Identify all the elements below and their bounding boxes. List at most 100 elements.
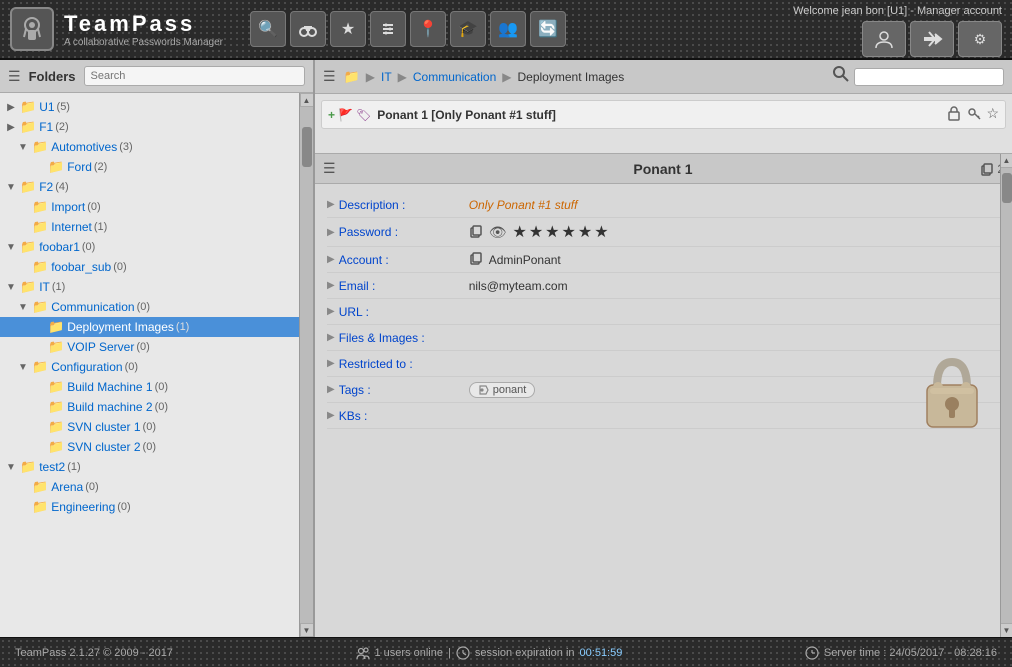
password-copy-icon[interactable] [469,224,483,241]
folder-icon: 📁 [48,399,64,415]
breadcrumb-folder-icon: 📁 [344,69,360,85]
scrollbar-thumb[interactable] [302,127,312,167]
breadcrumb-search-input[interactable] [854,68,1004,86]
sidebar-item-build-machine-1[interactable]: 📁 Build Machine 1 (0) [0,377,299,397]
expand-icon: ▼ [4,462,18,473]
scroll-up-button[interactable]: ▲ [1001,154,1012,168]
sidebar-item-count: (2) [94,161,107,173]
tag-icon[interactable]: 🏷 [356,108,371,122]
folder-icon: 📁 [32,479,48,495]
breadcrumb-menu-icon[interactable]: ☰ [323,68,336,85]
scroll-down-arrow[interactable]: ▼ [300,623,314,637]
sidebar-item-engineering[interactable]: 📁 Engineering (0) [0,497,299,517]
sidebar-item-automotives[interactable]: ▼ 📁 Automotives (3) [0,137,299,157]
scroll-down-button[interactable]: ▼ [1001,623,1012,637]
footer-users-text: 1 users online [375,647,444,659]
folder-icon: 📁 [20,179,36,195]
sidebar-item-test2[interactable]: ▼ 📁 test2 (1) [0,457,299,477]
detail-menu-icon[interactable]: ☰ [323,160,336,177]
sidebar-menu-icon[interactable]: ☰ [8,68,21,85]
scrollbar-thumb[interactable] [1002,173,1012,203]
sidebar-item-deployment-images[interactable]: 📁 Deployment Images (1) [0,317,299,337]
footer-separator: | [448,647,451,659]
folder-icon: 📁 [32,199,48,215]
sidebar-item-label: VOIP Server [67,340,134,354]
sidebar-item-count: (0) [136,341,149,353]
sidebar-item-configuration[interactable]: ▼ 📁 Configuration (0) [0,357,299,377]
folder-icon: 📁 [20,119,36,135]
folder-icon: 📁 [32,259,48,275]
key-icon[interactable] [966,105,982,124]
sidebar-item-label: Import [51,200,85,214]
welcome-text: Welcome jean bon [U1] - Manager account [793,5,1002,17]
expand-icon: ▶ [4,102,18,113]
breadcrumb-it[interactable]: IT [381,70,392,84]
search-nav-button[interactable]: 🔍 [250,11,286,47]
footer-session-text: session expiration in [475,647,575,659]
sidebar-item-arena[interactable]: 📁 Arena (0) [0,477,299,497]
breadcrumb-bar: ☰ 📁 ▶ IT ▶ Communication ▶ Deployment Im… [315,60,1012,94]
main: ☰ Folders ▶ 📁 U1 (5) ▶ 📁 F1 (2) [0,60,1012,637]
sidebar-item-internet[interactable]: 📁 Internet (1) [0,217,299,237]
footer-server-info: Server time : 24/05/2017 - 08:28:16 [805,646,997,660]
sidebar-item-voip-server[interactable]: 📁 VOIP Server (0) [0,337,299,357]
sidebar-item-foobar-sub[interactable]: 📁 foobar_sub (0) [0,257,299,277]
sidebar-item-it[interactable]: ▼ 📁 IT (1) [0,277,299,297]
account-copy-icon[interactable] [469,251,483,268]
sidebar-item-count: (1) [176,321,189,333]
sidebar-item-f1[interactable]: ▶ 📁 F1 (2) [0,117,299,137]
detail-arrow: ▶ [327,332,335,343]
sidebar-item-import[interactable]: 📁 Import (0) [0,197,299,217]
sidebar-wrapper: ▶ 📁 U1 (5) ▶ 📁 F1 (2) ▼ 📁 Automotives [0,93,313,637]
sidebar-item-build-machine-2[interactable]: 📁 Build machine 2 (0) [0,397,299,417]
search-input[interactable] [84,66,305,86]
profile-button[interactable] [862,21,906,57]
settings-nav-button[interactable] [370,11,406,47]
detail-row-restricted: ▶ Restricted to : [327,351,1000,377]
password-eye-icon[interactable]: 👁 [489,224,507,241]
entry-add-icons: + 🚩 🏷 [328,108,371,122]
star-nav-button[interactable]: ★ [330,11,366,47]
breadcrumb-communication[interactable]: Communication [413,70,496,84]
sidebar-item-svn-cluster-2[interactable]: 📁 SVN cluster 2 (0) [0,437,299,457]
footer-server-text: Server time : 24/05/2017 - 08:28:16 [824,647,997,659]
detail-row-kbs: ▶ KBs : [327,403,1000,429]
flag-icon[interactable]: 🚩 [338,108,353,122]
entry-row[interactable]: + 🚩 🏷 Ponant 1 [Only Ponant #1 stuff] [321,100,1006,129]
detail-arrow: ▶ [327,280,335,291]
sidebar-item-ford[interactable]: 📁 Ford (2) [0,157,299,177]
sidebar-item-svn-cluster-1[interactable]: 📁 SVN cluster 1 (0) [0,417,299,437]
sidebar-item-communication[interactable]: ▼ 📁 Communication (0) [0,297,299,317]
sidebar-item-label: F2 [39,180,53,194]
forward-button[interactable] [910,21,954,57]
lock-icon[interactable] [946,105,962,124]
password-label: Password : [339,225,469,239]
sidebar-item-count: (0) [155,381,168,393]
star-entry-icon[interactable]: ☆ [986,105,999,124]
folder-icon: 📁 [32,219,48,235]
scroll-up-arrow[interactable]: ▲ [300,93,314,107]
sidebar-item-count: (0) [113,261,126,273]
detail-row-files: ▶ Files & Images : [327,325,1000,351]
search-icon[interactable] [832,65,850,88]
detail-arrow: ▶ [327,199,335,210]
sidebar-item-label: test2 [39,460,65,474]
hat-nav-button[interactable]: 🎓 [450,11,486,47]
url-label: URL : [339,305,469,319]
detail-content: ▶ Description : Only Ponant #1 stuff ▶ P… [315,184,1012,437]
binoculars-nav-button[interactable] [290,11,326,47]
add-icon[interactable]: + [328,108,335,122]
sidebar-item-f2[interactable]: ▼ 📁 F2 (4) [0,177,299,197]
sidebar-item-u1[interactable]: ▶ 📁 U1 (5) [0,97,299,117]
sidebar-item-count: (0) [143,441,156,453]
sidebar-item-label: Deployment Images [67,320,174,334]
sidebar-item-count: (0) [87,201,100,213]
refresh-nav-button[interactable]: 🔄 [530,11,566,47]
sidebar-item-foobar1[interactable]: ▼ 📁 foobar1 (0) [0,237,299,257]
users-nav-button[interactable]: 👥 [490,11,526,47]
location-nav-button[interactable]: 📍 [410,11,446,47]
settings2-button[interactable]: ⚙ [958,21,1002,57]
detail-arrow: ▶ [327,306,335,317]
password-stars: ★★★★★★ [512,222,610,242]
sidebar-item-label: Configuration [51,360,122,374]
